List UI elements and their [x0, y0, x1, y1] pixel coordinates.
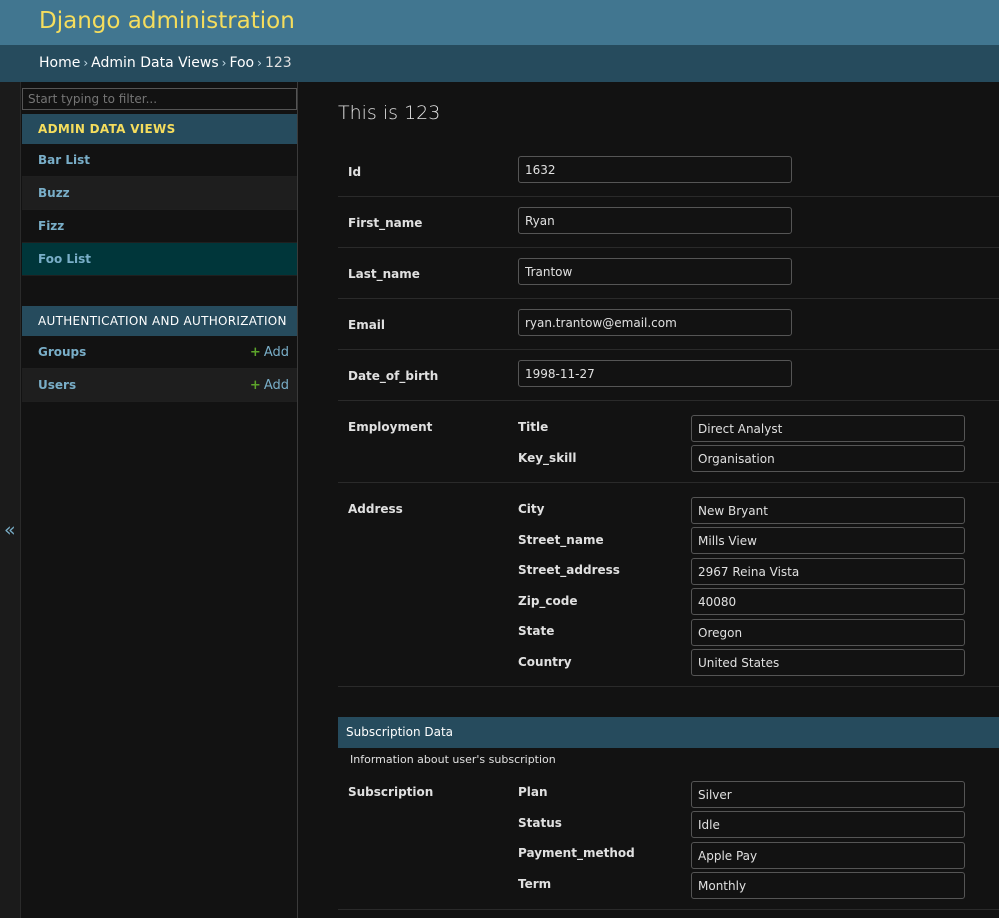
last-name-label: Last_name: [348, 267, 420, 281]
street-name-field[interactable]: [691, 527, 965, 554]
address-label: Address: [348, 502, 403, 516]
street-address-field[interactable]: [691, 558, 965, 585]
sidebar-item-label[interactable]: Buzz: [38, 186, 70, 200]
breadcrumb-separator: ›: [221, 56, 227, 70]
title-label: Title: [518, 420, 549, 434]
term-label: Term: [518, 877, 552, 891]
status-label: Status: [518, 816, 562, 830]
plan-label: Plan: [518, 785, 548, 799]
key-skill-label: Key_skill: [518, 451, 577, 465]
sidebar-item-label[interactable]: Users: [38, 378, 76, 392]
sidebar-item-users[interactable]: Users + Add: [22, 369, 297, 402]
form-row-subscription: Subscription Plan Status Payment_method …: [338, 772, 999, 910]
subscription-label: Subscription: [348, 785, 434, 799]
payment-method-label: Payment_method: [518, 846, 635, 860]
nav-sidebar: ADMIN DATA VIEWS Bar List Buzz Fizz Foo …: [22, 82, 298, 918]
breadcrumb-app[interactable]: Admin Data Views: [91, 55, 218, 71]
id-label: Id: [348, 165, 362, 179]
breadcrumb-current: 123: [264, 55, 292, 71]
sidebar-item-buzz[interactable]: Buzz: [22, 177, 297, 210]
state-label: State: [518, 624, 555, 638]
nav-filter-input[interactable]: [22, 88, 297, 110]
collapse-sidebar-icon[interactable]: «: [4, 520, 16, 540]
site-title[interactable]: Django administration: [39, 6, 999, 36]
module-admin-data-views: ADMIN DATA VIEWS Bar List Buzz Fizz Foo …: [22, 114, 297, 276]
key-skill-field[interactable]: [691, 445, 965, 472]
plan-field[interactable]: [691, 781, 965, 808]
module-auth: AUTHENTICATION AND AUTHORIZATION Groups …: [22, 306, 297, 402]
first-name-label: First_name: [348, 216, 423, 230]
country-label: Country: [518, 655, 572, 669]
add-user-button[interactable]: + Add: [250, 378, 289, 393]
city-field[interactable]: [691, 497, 965, 524]
form-row-employment: Employment Title Key_skill: [338, 401, 999, 483]
sidebar-item-fizz[interactable]: Fizz: [22, 210, 297, 243]
breadcrumb-home[interactable]: Home: [39, 55, 80, 71]
last-name-field[interactable]: [518, 258, 792, 285]
sidebar-item-label[interactable]: Groups: [38, 345, 86, 359]
form-row-id: Id: [338, 146, 999, 197]
date-of-birth-field[interactable]: [518, 360, 792, 387]
sidebar-toggle[interactable]: «: [0, 82, 21, 918]
form-row-email: Email: [338, 299, 999, 350]
add-label: Add: [263, 378, 289, 393]
breadcrumb-separator: ›: [83, 56, 89, 70]
country-field[interactable]: [691, 649, 965, 676]
status-field[interactable]: [691, 811, 965, 838]
fieldset-description: Information about user's subscription: [350, 753, 556, 766]
sidebar-item-label[interactable]: Fizz: [38, 219, 64, 233]
payment-method-field[interactable]: [691, 842, 965, 869]
sidebar-item-label[interactable]: Foo List: [38, 252, 91, 266]
add-group-button[interactable]: + Add: [250, 345, 289, 360]
sidebar-item-foo-list[interactable]: Foo List: [22, 243, 297, 276]
state-field[interactable]: [691, 619, 965, 646]
first-name-field[interactable]: [518, 207, 792, 234]
module-caption[interactable]: ADMIN DATA VIEWS: [22, 114, 297, 144]
street-address-label: Street_address: [518, 563, 620, 577]
form-row-date-of-birth: Date_of_birth: [338, 350, 999, 401]
form-row-address: Address City Street_name Street_address …: [338, 483, 999, 687]
form-row-first-name: First_name: [338, 197, 999, 248]
title-field[interactable]: [691, 415, 965, 442]
employment-label: Employment: [348, 420, 433, 434]
breadcrumb: Home › Admin Data Views › Foo › 123: [0, 45, 999, 82]
sidebar-item-label[interactable]: Bar List: [38, 153, 90, 167]
sidebar-item-bar-list[interactable]: Bar List: [22, 144, 297, 177]
add-label: Add: [263, 345, 289, 360]
zip-code-label: Zip_code: [518, 594, 578, 608]
plus-icon: +: [249, 378, 261, 393]
site-header: Django administration: [0, 0, 999, 45]
page-title: This is 123: [338, 102, 441, 124]
street-name-label: Street_name: [518, 533, 604, 547]
id-field[interactable]: [518, 156, 792, 183]
breadcrumb-model[interactable]: Foo: [229, 55, 254, 71]
email-field[interactable]: [518, 309, 792, 336]
city-label: City: [518, 502, 545, 516]
date-of-birth-label: Date_of_birth: [348, 369, 439, 383]
email-label: Email: [348, 318, 386, 332]
plus-icon: +: [249, 345, 261, 360]
sidebar-item-groups[interactable]: Groups + Add: [22, 336, 297, 369]
module-caption[interactable]: AUTHENTICATION AND AUTHORIZATION: [22, 306, 297, 336]
breadcrumb-separator: ›: [257, 56, 262, 70]
form-row-last-name: Last_name: [338, 248, 999, 299]
zip-code-field[interactable]: [691, 588, 965, 615]
term-field[interactable]: [691, 872, 965, 899]
fieldset-caption-subscription-data: Subscription Data: [338, 717, 999, 748]
